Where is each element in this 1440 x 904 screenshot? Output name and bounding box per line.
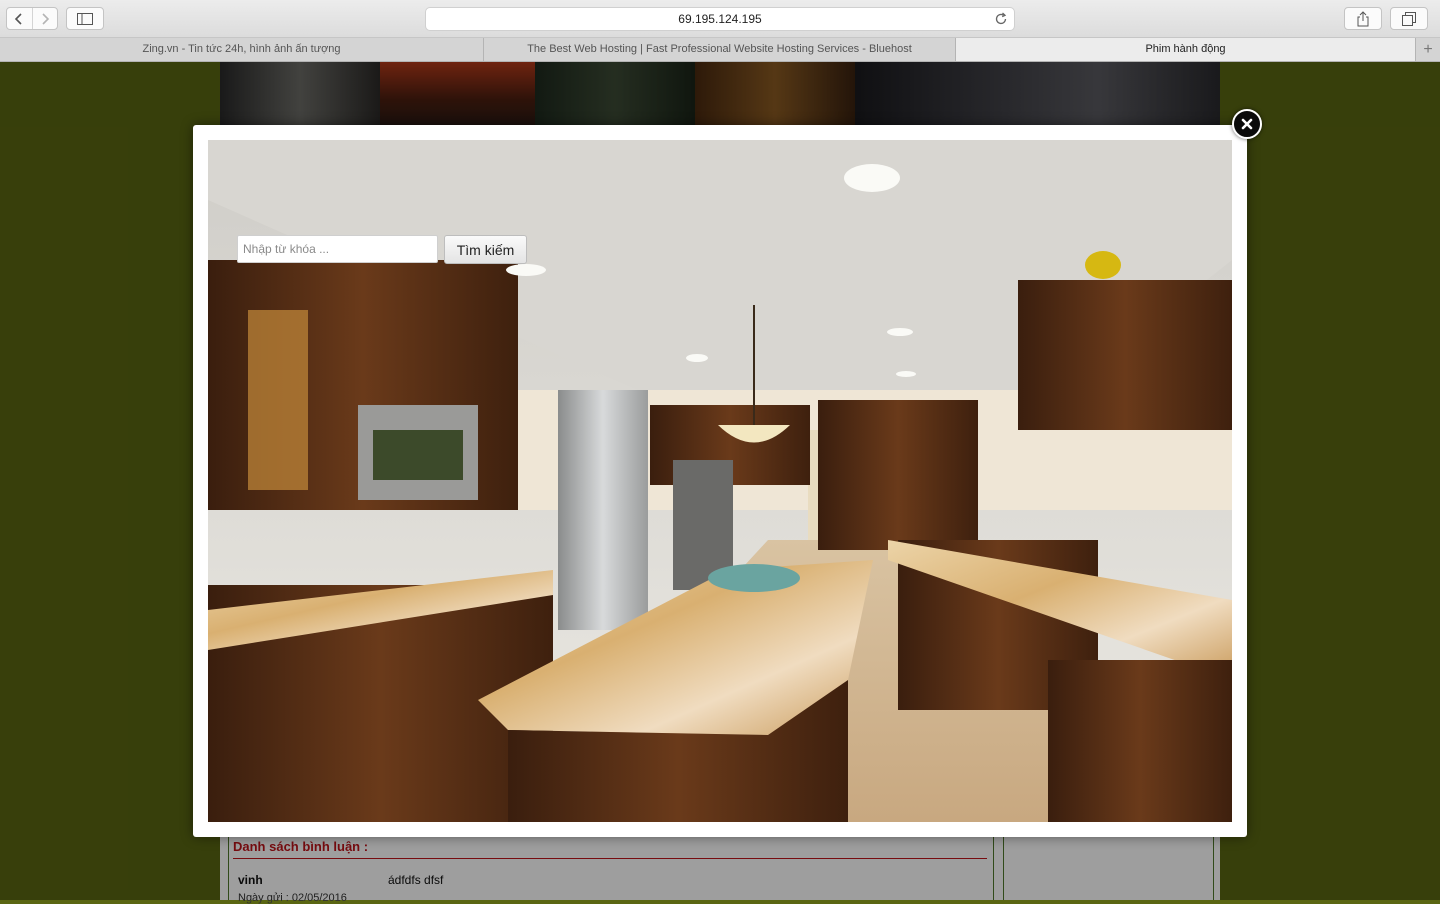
lightbox-close-button[interactable] xyxy=(1232,109,1262,139)
chevron-right-icon xyxy=(42,12,49,25)
share-icon xyxy=(1357,10,1369,26)
address-url: 69.195.124.195 xyxy=(678,12,762,26)
tab-bluehost[interactable]: The Best Web Hosting | Fast Professional… xyxy=(484,38,956,61)
new-tab-button[interactable]: + xyxy=(1416,38,1440,61)
share-button[interactable] xyxy=(1344,7,1382,30)
back-button[interactable] xyxy=(7,8,32,29)
sidebar-button[interactable] xyxy=(66,7,104,30)
search-input[interactable] xyxy=(237,235,438,263)
tab-bar: Zing.vn - Tin tức 24h, hình ảnh ấn tượng… xyxy=(0,38,1440,62)
reload-icon[interactable] xyxy=(994,12,1008,26)
search-button[interactable]: Tìm kiếm xyxy=(444,235,527,264)
browser-toolbar: 69.195.124.195 xyxy=(0,0,1440,38)
forward-button[interactable] xyxy=(31,8,58,29)
tab-zing[interactable]: Zing.vn - Tin tức 24h, hình ảnh ấn tượng xyxy=(0,38,484,61)
image-lightbox xyxy=(193,125,1247,837)
tabs-icon xyxy=(1402,11,1416,26)
tab-phim-hanh-dong[interactable]: Phim hành động xyxy=(956,38,1416,61)
tabs-overview-button[interactable] xyxy=(1390,7,1428,30)
address-bar[interactable]: 69.195.124.195 xyxy=(425,7,1015,31)
close-icon xyxy=(1241,118,1253,130)
sidebar-icon xyxy=(77,12,93,25)
chevron-left-icon xyxy=(15,12,22,25)
nav-buttons xyxy=(6,7,58,30)
